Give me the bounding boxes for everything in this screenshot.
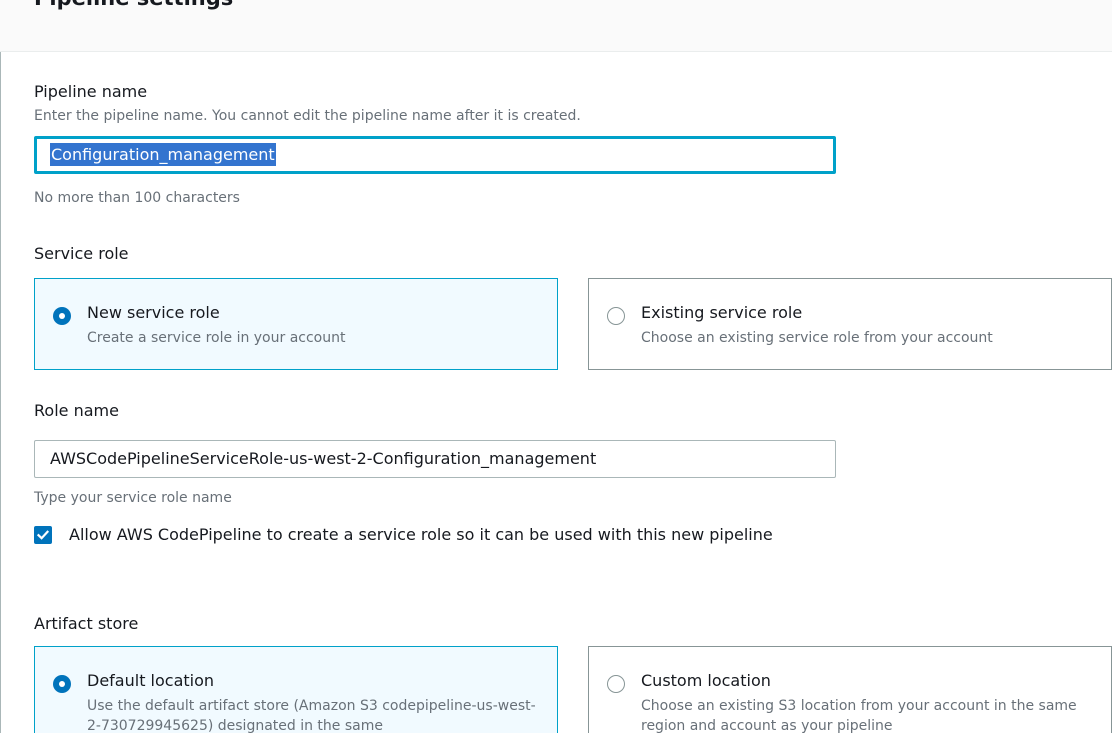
role-name-value: AWSCodePipelineServiceRole-us-west-2-Con… [50, 449, 597, 468]
allow-create-role-checkbox[interactable] [34, 526, 52, 544]
pipeline-name-constraint: No more than 100 characters [34, 190, 240, 206]
artifact-default-location-tile[interactable]: Default location Use the default artifac… [34, 646, 558, 733]
section-title: Pipeline settings [34, 0, 233, 11]
radio-custom-location[interactable] [607, 675, 625, 693]
radio-default-location[interactable] [53, 675, 71, 693]
pipeline-name-description: Enter the pipeline name. You cannot edit… [34, 108, 581, 124]
role-name-label: Role name [34, 401, 119, 420]
default-location-title: Default location [87, 671, 215, 690]
role-name-input[interactable]: AWSCodePipelineServiceRole-us-west-2-Con… [34, 440, 836, 478]
new-service-role-title: New service role [87, 303, 220, 322]
artifact-store-label: Artifact store [34, 614, 139, 633]
panel-left-border [0, 0, 1, 733]
service-role-new-tile[interactable]: New service role Create a service role i… [34, 278, 558, 370]
section-header: Pipeline settings [0, 0, 1112, 52]
service-role-label: Service role [34, 244, 129, 263]
service-role-existing-tile[interactable]: Existing service role Choose an existing… [588, 278, 1112, 370]
existing-service-role-title: Existing service role [641, 303, 803, 322]
radio-new-service-role[interactable] [53, 307, 71, 325]
radio-existing-service-role[interactable] [607, 307, 625, 325]
allow-create-role-label: Allow AWS CodePipeline to create a servi… [69, 525, 773, 544]
pipeline-name-input[interactable]: Configuration_management [34, 136, 836, 174]
custom-location-description: Choose an existing S3 location from your… [641, 698, 1077, 733]
default-location-description: Use the default artifact store (Amazon S… [87, 698, 536, 733]
artifact-custom-location-tile[interactable]: Custom location Choose an existing S3 lo… [588, 646, 1112, 733]
pipeline-name-label: Pipeline name [34, 82, 148, 101]
checkmark-icon [36, 530, 50, 540]
pipeline-name-value: Configuration_management [50, 143, 276, 166]
role-name-hint: Type your service role name [34, 490, 232, 506]
custom-location-title: Custom location [641, 671, 771, 690]
existing-service-role-description: Choose an existing service role from you… [641, 330, 993, 346]
new-service-role-description: Create a service role in your account [87, 330, 346, 346]
